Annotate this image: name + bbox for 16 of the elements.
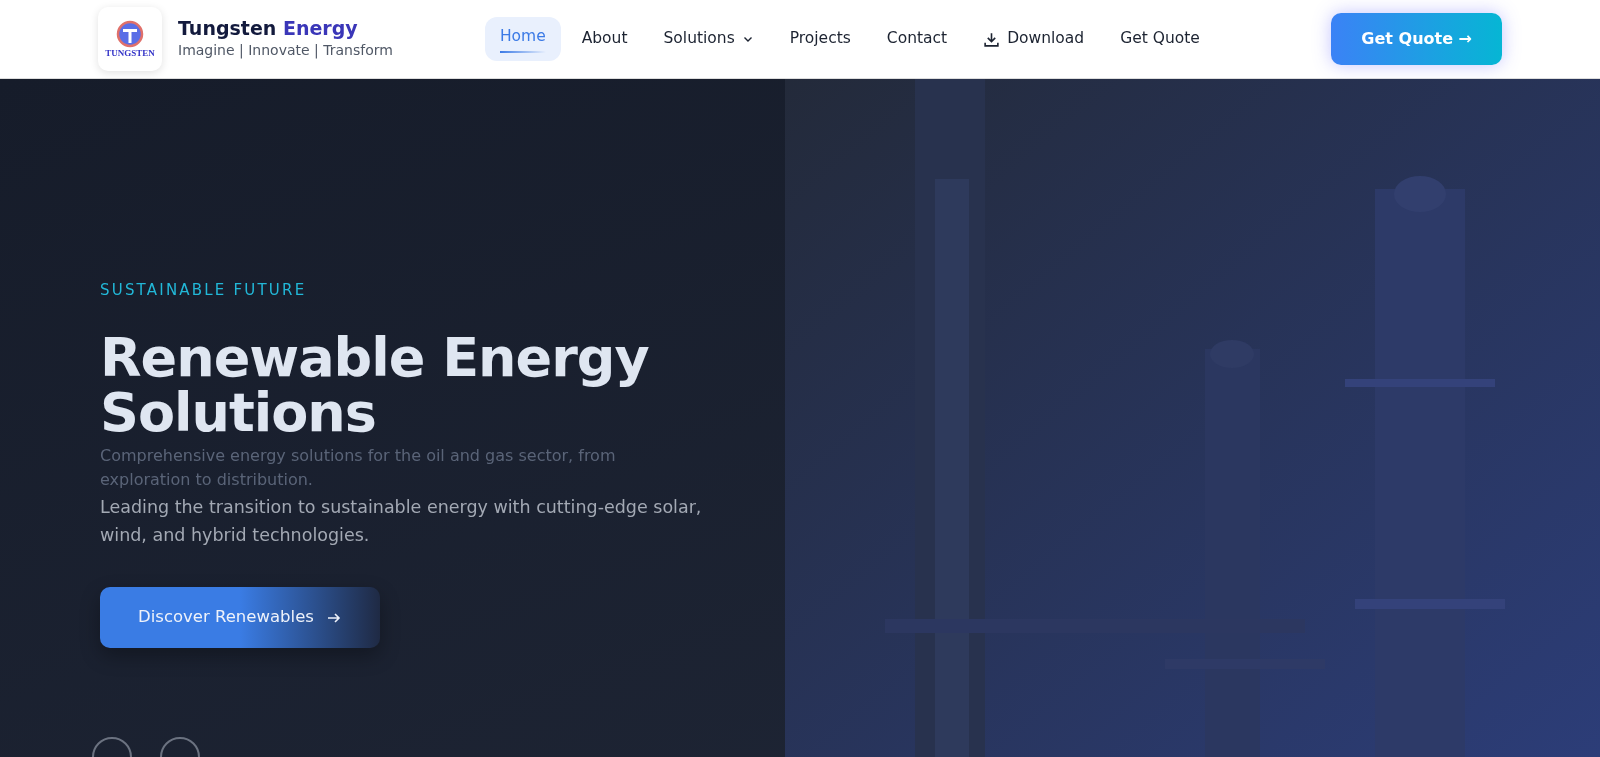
nav-link[interactable]: Home (484, 17, 561, 61)
brand-name: Tungsten Energy (178, 17, 359, 40)
eyebrow-text: SUSTAINABLE FUTURE (100, 280, 308, 301)
download-icon (983, 30, 1001, 48)
tagline: Imagine | Innovate | Transform (178, 40, 393, 61)
nav-link[interactable]: Projects (774, 17, 866, 61)
nav-link[interactable]: Solutions (648, 17, 769, 61)
discover-button[interactable]: Discover Renewables (100, 587, 380, 648)
nav-link[interactable]: Download (968, 17, 1100, 61)
hero-heading: Renewable Energy Solutions (100, 329, 650, 440)
logo[interactable]: TUNGSTEN (98, 7, 162, 71)
hero-subtitle: Leading the transition to sustainable energy with cutting-edge solar, wind, and hybrid technologies. (100, 496, 703, 548)
nav-link[interactable]: Contact (871, 17, 963, 61)
nav-link[interactable]: Get Quote (1105, 17, 1215, 61)
fading-text: Comprehensive energy solutions for the oil and gas sector, from exploration to distribution. (100, 444, 617, 492)
nav-link[interactable]: About (566, 17, 643, 61)
